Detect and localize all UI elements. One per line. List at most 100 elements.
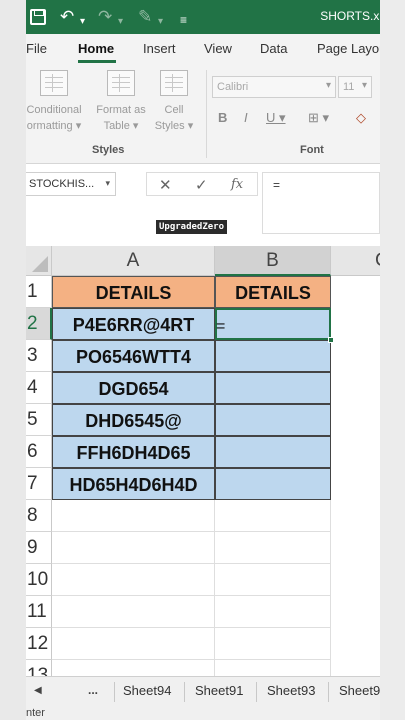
column-header-c[interactable]: C — [331, 246, 380, 276]
insert-function-icon[interactable]: fx — [231, 177, 243, 192]
title-bar: ↶ ▾ ↷ ▾ ✎ ▾ ≡ SHORTS.xlsx — [26, 0, 380, 34]
format-painter-icon[interactable]: ✎ — [138, 7, 152, 27]
cell-styles-label: Cell — [164, 104, 184, 116]
tab-file[interactable]: File — [26, 41, 47, 56]
tab-data[interactable]: Data — [260, 41, 287, 56]
row-header-3[interactable]: 3 — [26, 340, 52, 372]
row-header-13[interactable]: 13 — [26, 660, 52, 676]
save-icon[interactable] — [30, 9, 46, 25]
scroll-left-icon[interactable]: ◀ — [34, 685, 42, 696]
undo-icon[interactable]: ↶ — [60, 7, 74, 27]
format-table-label: Format as — [96, 104, 146, 116]
cancel-icon[interactable]: ✕ — [159, 176, 172, 194]
enter-check-icon[interactable]: ✓ — [195, 176, 208, 194]
cell-b2-active[interactable] — [215, 308, 331, 340]
sheet-tab-bar: ◀ ... Sheet94 Sheet91 Sheet93 Sheet9 — [26, 676, 380, 706]
sheet-tab-91[interactable]: Sheet91 — [195, 683, 243, 698]
sheet-separator — [256, 682, 257, 702]
row-header-9[interactable]: 9 — [26, 532, 52, 564]
redo-icon[interactable]: ↷ — [98, 7, 112, 27]
select-all-corner[interactable] — [26, 246, 52, 276]
spreadsheet-grid[interactable]: A B C 1 2 3 4 5 6 7 8 9 10 11 12 13 DETA… — [26, 246, 380, 676]
sheet-tab-93[interactable]: Sheet93 — [267, 683, 315, 698]
formula-bar: STOCKHIS... ▾ ✕ ✓ fx = UpgradedZero — [26, 164, 380, 246]
cell-b8[interactable] — [215, 500, 331, 532]
cell-a12[interactable] — [52, 628, 215, 660]
column-header-b[interactable]: B — [215, 246, 331, 276]
chevron-down-icon: ▾ — [105, 178, 110, 188]
borders-icon[interactable]: ⊞ ▾ — [308, 110, 329, 126]
cell-a6[interactable]: FFH6DH4D65 — [52, 436, 215, 468]
row-header-10[interactable]: 10 — [26, 564, 52, 596]
sheet-separator — [114, 682, 115, 702]
cell-b3[interactable] — [215, 340, 331, 372]
cell-b7[interactable] — [215, 468, 331, 500]
font-size-select[interactable]: 11 ▾ — [338, 76, 372, 98]
tab-home[interactable]: Home — [78, 41, 114, 56]
cell-b1-header[interactable]: DETAILS — [215, 276, 331, 308]
cell-a5[interactable]: DHD6545@ — [52, 404, 215, 436]
row-header-6[interactable]: 6 — [26, 436, 52, 468]
row-header-11[interactable]: 11 — [26, 596, 52, 628]
column-header-a[interactable]: A — [52, 246, 215, 276]
cell-b11[interactable] — [215, 596, 331, 628]
cell-a3[interactable]: PO6546WTT4 — [52, 340, 215, 372]
conditional-formatting-button[interactable]: Conditional ormatting ▾ — [26, 70, 88, 134]
sheet-tab-94[interactable]: Sheet94 — [123, 683, 171, 698]
formula-input[interactable]: = — [262, 172, 380, 234]
cell-a11[interactable] — [52, 596, 215, 628]
more-sheets-button[interactable]: ... — [88, 683, 98, 697]
font-family-select[interactable]: Calibri ▾ — [212, 76, 336, 98]
cell-a8[interactable] — [52, 500, 215, 532]
customize-toolbar-icon[interactable]: ≡ — [180, 10, 187, 30]
format-as-table-button[interactable]: Format as Table ▾ — [90, 70, 152, 134]
tab-insert[interactable]: Insert — [143, 41, 176, 56]
cell-b2-typed-formula: = — [216, 318, 226, 335]
cell-a10[interactable] — [52, 564, 215, 596]
italic-button[interactable]: I — [244, 110, 248, 125]
cell-b13[interactable] — [215, 660, 331, 676]
cell-b5[interactable] — [215, 404, 331, 436]
redo-dropdown-icon[interactable]: ▾ — [118, 12, 123, 32]
row-header-4[interactable]: 4 — [26, 372, 52, 404]
cell-a2[interactable]: P4E6RR@4RT — [52, 308, 215, 340]
chevron-down-icon: ▾ — [325, 80, 331, 91]
row-header-8[interactable]: 8 — [26, 500, 52, 532]
format-table-label-2: Table ▾ — [103, 120, 139, 132]
cell-a13[interactable] — [52, 660, 215, 676]
underline-button[interactable]: U ▾ — [266, 110, 286, 126]
conditional-label: Conditional — [26, 104, 82, 116]
cell-b9[interactable] — [215, 532, 331, 564]
name-box[interactable]: STOCKHIS... ▾ — [26, 172, 116, 196]
row-header-1[interactable]: 1 — [26, 276, 52, 308]
excel-window: ↶ ▾ ↷ ▾ ✎ ▾ ≡ SHORTS.xlsx File Home Inse… — [26, 0, 380, 720]
cell-a7[interactable]: HD65H4D6H4D — [52, 468, 215, 500]
tab-view[interactable]: View — [204, 41, 232, 56]
undo-dropdown-icon[interactable]: ▾ — [80, 12, 85, 32]
row-header-12[interactable]: 12 — [26, 628, 52, 660]
cell-b12[interactable] — [215, 628, 331, 660]
cell-styles-button[interactable]: Cell Styles ▾ — [150, 70, 198, 134]
row-header-5[interactable]: 5 — [26, 404, 52, 436]
cell-a9[interactable] — [52, 532, 215, 564]
window-title: SHORTS.xlsx — [320, 9, 380, 23]
cell-a1-header[interactable]: DETAILS — [52, 276, 215, 308]
ribbon: Conditional ormatting ▾ Format as Table … — [26, 64, 380, 164]
painter-dropdown-icon[interactable]: ▾ — [158, 12, 163, 32]
font-size-value: 11 — [343, 81, 355, 93]
cell-b4[interactable] — [215, 372, 331, 404]
cell-b10[interactable] — [215, 564, 331, 596]
row-header-2[interactable]: 2 — [26, 308, 52, 340]
cell-b6[interactable] — [215, 436, 331, 468]
font-group-label: Font — [300, 144, 324, 156]
row-header-7[interactable]: 7 — [26, 468, 52, 500]
bold-button[interactable]: B — [218, 110, 227, 125]
cell-styles-icon — [160, 70, 188, 96]
cell-styles-label-2: Styles ▾ — [154, 120, 194, 132]
fill-color-icon[interactable]: ◇ — [356, 110, 366, 126]
fill-handle[interactable] — [328, 337, 334, 343]
cell-a4[interactable]: DGD654 — [52, 372, 215, 404]
ribbon-tabs: File Home Insert View Data Page Layou — [26, 34, 380, 64]
sheet-tab-9[interactable]: Sheet9 — [339, 683, 380, 698]
tab-page-layout[interactable]: Page Layou — [317, 41, 380, 56]
